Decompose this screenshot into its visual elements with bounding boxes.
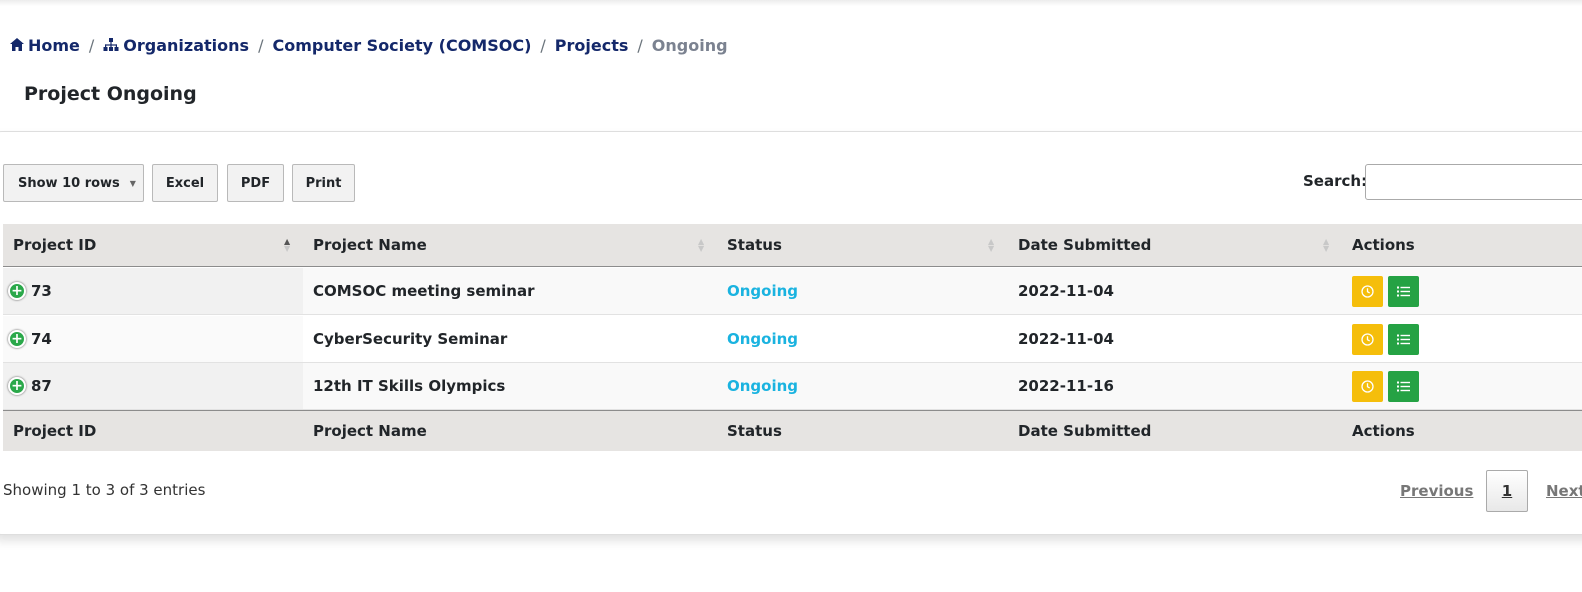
breadcrumb-separator: / (540, 35, 546, 55)
show-rows-dropdown[interactable]: Show 10 rows ▼ (3, 164, 144, 202)
table-row: + 73 COMSOC meeting seminar Ongoing 2022… (3, 268, 1582, 315)
project-id-cell: + 87 (8, 363, 52, 409)
breadcrumb: Home / Organizations / Computer Society … (10, 34, 728, 56)
search-label: Search: (1303, 172, 1368, 190)
date-submitted: 2022-11-04 (1018, 330, 1114, 348)
footer-project-id: Project ID (13, 422, 97, 440)
list-icon (1397, 381, 1410, 391)
show-rows-label: Show 10 rows (18, 175, 120, 191)
column-header-actions: Actions (1352, 236, 1415, 254)
clock-button[interactable] (1352, 370, 1383, 402)
project-id: 74 (31, 330, 52, 348)
details-button[interactable] (1388, 323, 1419, 355)
breadcrumb-separator: / (88, 35, 95, 55)
footer-date-submitted: Date Submitted (1018, 422, 1152, 440)
project-name: COMSOC meeting seminar (313, 282, 535, 300)
breadcrumb-organizations-label: Organizations (123, 35, 250, 55)
breadcrumb-home-label: Home (28, 35, 80, 55)
footer-actions: Actions (1352, 422, 1415, 440)
column-header-project-id[interactable]: Project ID (13, 224, 96, 266)
clock-icon (1361, 284, 1374, 298)
caret-down-icon: ▼ (129, 178, 136, 188)
table-row: + 74 CyberSecurity Seminar Ongoing 2022-… (3, 316, 1582, 363)
table-header: Project ID ▲ ▼ Project Name ▲ ▼ Status ▲ ▼ … (3, 224, 1582, 267)
sitemap-icon (103, 36, 119, 55)
footer-status: Status (727, 422, 782, 440)
clock-button[interactable] (1352, 275, 1383, 307)
actions-cell (1352, 268, 1424, 314)
plus-circle-icon[interactable]: + (8, 377, 26, 395)
breadcrumb-organizations[interactable]: Organizations (103, 36, 249, 55)
excel-button[interactable]: Excel (152, 164, 218, 202)
breadcrumb-separator: / (258, 35, 264, 55)
sort-icon[interactable]: ▲ ▼ (988, 238, 994, 253)
column-header-date-submitted[interactable]: Date Submitted (1018, 224, 1151, 266)
page-title: Project Ongoing (24, 83, 197, 105)
project-name: 12th IT Skills Olympics (313, 377, 506, 395)
footer-project-name: Project Name (313, 422, 427, 440)
pagination-next[interactable]: Next (1546, 482, 1582, 500)
details-button[interactable] (1388, 275, 1419, 307)
pdf-button[interactable]: PDF (227, 164, 284, 202)
breadcrumb-home[interactable]: Home (10, 36, 80, 55)
clock-icon (1361, 379, 1374, 393)
breadcrumb-current: Ongoing (651, 35, 728, 55)
project-id: 73 (31, 282, 52, 300)
table-footer: Project ID Project Name Status Date Subm… (3, 410, 1582, 451)
sort-icon[interactable]: ▲ ▼ (698, 238, 704, 253)
date-submitted: 2022-11-16 (1018, 377, 1114, 395)
status-text: Ongoing (727, 377, 799, 395)
table-info: Showing 1 to 3 of 3 entries (3, 481, 206, 499)
breadcrumb-separator: / (637, 35, 643, 55)
table-row: + 87 12th IT Skills Olympics Ongoing 202… (3, 363, 1582, 410)
details-button[interactable] (1388, 370, 1419, 402)
actions-cell (1352, 316, 1424, 362)
project-id-cell: + 73 (8, 268, 52, 314)
pagination-previous[interactable]: Previous (1400, 482, 1473, 500)
clock-icon (1361, 332, 1374, 346)
column-header-project-name[interactable]: Project Name (313, 224, 427, 266)
plus-circle-icon[interactable]: + (8, 282, 26, 300)
list-icon (1397, 334, 1410, 344)
breadcrumb-projects[interactable]: Projects (555, 36, 629, 55)
actions-cell (1352, 363, 1424, 409)
list-icon (1397, 286, 1410, 296)
column-header-status[interactable]: Status (727, 224, 782, 266)
clock-button[interactable] (1352, 323, 1383, 355)
project-name: CyberSecurity Seminar (313, 330, 508, 348)
project-id-cell: + 74 (8, 316, 52, 362)
date-submitted: 2022-11-04 (1018, 282, 1114, 300)
print-button[interactable]: Print (292, 164, 355, 202)
sort-icon[interactable]: ▲ ▼ (1323, 238, 1329, 253)
top-shadow (0, 0, 1582, 6)
status-text: Ongoing (727, 282, 799, 300)
search-input[interactable] (1365, 164, 1582, 200)
status-text: Ongoing (727, 330, 799, 348)
breadcrumb-organization[interactable]: Computer Society (COMSOC) (272, 36, 531, 55)
home-icon (10, 36, 24, 55)
pagination-page-1[interactable]: 1 (1486, 470, 1528, 512)
plus-circle-icon[interactable]: + (8, 330, 26, 348)
project-id: 87 (31, 377, 52, 395)
sort-icon[interactable]: ▲ ▼ (284, 238, 290, 253)
